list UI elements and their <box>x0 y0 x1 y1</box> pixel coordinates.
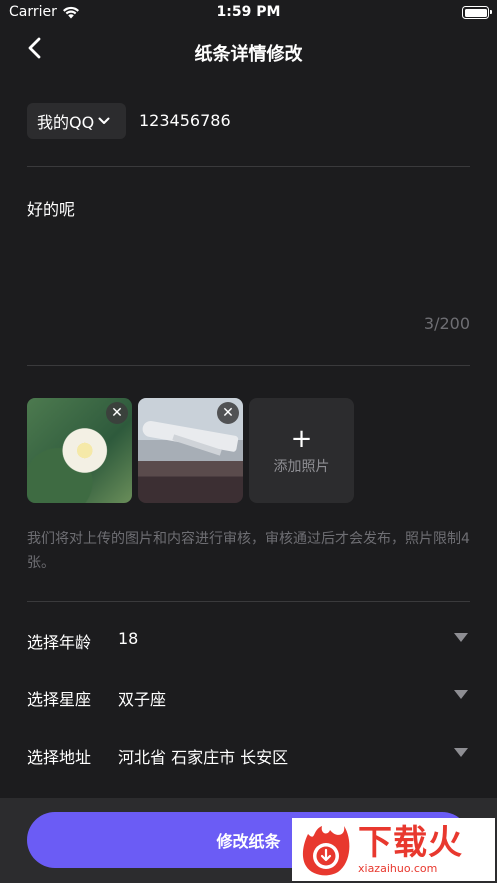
address-value: 河北省 石家庄市 长安区 <box>118 748 289 767</box>
remove-photo-button[interactable]: ✕ <box>217 402 239 424</box>
age-label: 选择年龄 <box>27 633 92 652</box>
watermark-text: 下载火 xiazaihuo.com <box>358 824 463 876</box>
page-title: 纸条详情修改 <box>194 44 303 65</box>
contact-type-label: 我的QQ <box>37 113 95 132</box>
contact-type-dropdown[interactable]: 我的QQ <box>27 103 126 139</box>
plus-icon: + <box>290 423 313 454</box>
zodiac-value: 双子座 <box>118 690 167 709</box>
add-photo-label: 添加照片 <box>273 458 330 475</box>
status-bar: Carrier 1:59 PM <box>0 0 497 28</box>
dropdown-triangle-icon <box>454 690 468 699</box>
chevron-down-icon <box>98 117 110 124</box>
content-textarea[interactable]: 好的呢 <box>27 196 75 220</box>
age-value: 18 <box>118 629 139 648</box>
age-selector[interactable]: 选择年龄 18 <box>27 629 470 655</box>
photo-grid: ✕ ✕ + 添加照片 <box>27 398 354 503</box>
flame-logo-icon <box>302 825 350 875</box>
address-selector[interactable]: 选择地址 河北省 石家庄市 长安区 <box>27 744 470 770</box>
zodiac-selector[interactable]: 选择星座 双子座 <box>27 686 470 712</box>
nav-bar: 纸条详情修改 <box>0 28 497 72</box>
zodiac-label: 选择星座 <box>27 690 92 709</box>
status-time: 1:59 PM <box>216 4 281 20</box>
address-label: 选择地址 <box>27 748 92 767</box>
lotus-flower-photo[interactable]: ✕ <box>27 398 132 503</box>
dropdown-triangle-icon <box>454 633 468 642</box>
airplane-photo[interactable]: ✕ <box>138 398 243 503</box>
divider <box>27 601 470 602</box>
remove-photo-button[interactable]: ✕ <box>106 402 128 424</box>
contact-row: 我的QQ 123456786 <box>27 103 470 139</box>
divider <box>27 166 470 167</box>
char-counter: 3/200 <box>423 314 470 333</box>
add-photo-button[interactable]: + 添加照片 <box>249 398 354 503</box>
contact-value-input[interactable]: 123456786 <box>139 111 231 130</box>
battery-icon <box>462 6 492 19</box>
watermark-brand: 下载火 <box>358 822 463 863</box>
airplane-body <box>141 419 239 453</box>
review-notice: 我们将对上传的图片和内容进行审核，审核通过后才会发布，照片限制4张。 <box>27 531 470 571</box>
watermark-url: xiazaihuo.com <box>358 861 438 875</box>
watermark-logo: 下载火 xiazaihuo.com <box>292 818 495 881</box>
divider <box>27 365 470 366</box>
dropdown-triangle-icon <box>454 748 468 757</box>
